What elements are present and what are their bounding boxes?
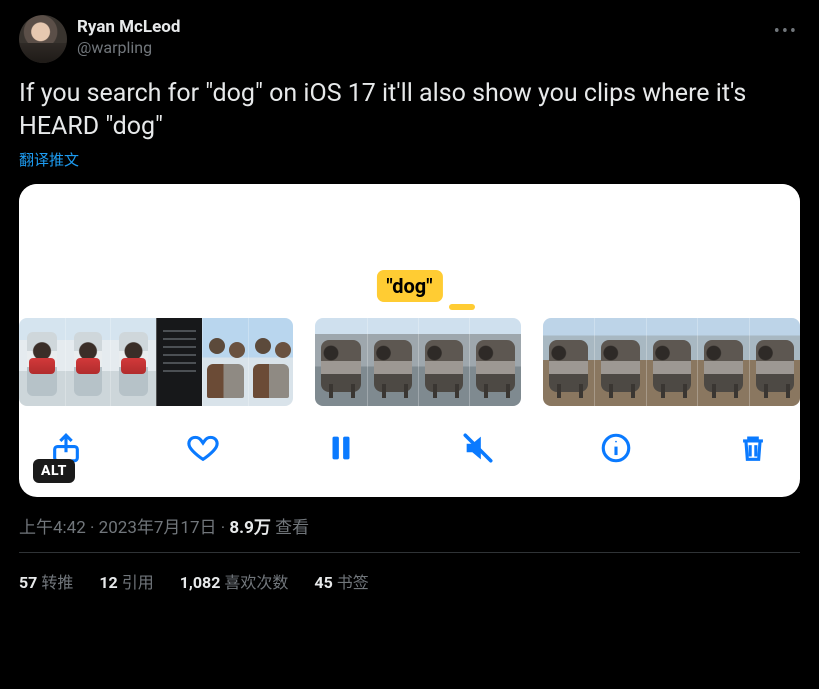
post-date[interactable]: 2023年7月17日: [99, 518, 217, 538]
video-frame: [110, 318, 156, 406]
likes-stat[interactable]: 1,082喜欢次数: [180, 569, 289, 593]
video-frame: [646, 318, 697, 406]
video-frame: [248, 318, 294, 406]
video-timeline[interactable]: [19, 314, 800, 409]
video-frame: [469, 318, 520, 406]
views-count: 8.9万: [229, 518, 270, 538]
pause-icon[interactable]: [324, 431, 358, 469]
tweet-header: Ryan McLeod @warpling •••: [19, 15, 800, 63]
video-frame: [697, 318, 748, 406]
bookmarks-stat[interactable]: 45书签: [314, 569, 368, 593]
more-icon[interactable]: •••: [768, 15, 804, 48]
video-frame: [19, 318, 65, 406]
mute-icon[interactable]: [461, 431, 495, 469]
avatar[interactable]: [19, 15, 67, 63]
meta-row: 上午4:42 · 2023年7月17日 · 8.9万 查看: [19, 513, 800, 553]
stats-row: 57转推 12引用 1,082喜欢次数 45书签: [19, 553, 800, 593]
trash-icon[interactable]: [736, 431, 770, 469]
video-frame: [156, 318, 202, 406]
quotes-stat[interactable]: 12引用: [99, 569, 153, 593]
translate-link[interactable]: 翻译推文: [19, 149, 79, 170]
handle: @warpling: [77, 38, 180, 58]
clip-group[interactable]: [315, 318, 521, 406]
video-frame: [749, 318, 800, 406]
video-frame: [202, 318, 248, 406]
media-toolbar: [19, 409, 800, 497]
heart-icon[interactable]: [186, 431, 220, 469]
retweets-stat[interactable]: 57转推: [19, 569, 73, 593]
search-tag: "dog": [376, 270, 442, 302]
video-frame: [543, 318, 594, 406]
search-tag-indicator: [449, 304, 475, 310]
clip-group[interactable]: [19, 318, 293, 406]
video-frame: [418, 318, 469, 406]
views-label: 查看: [271, 518, 309, 538]
display-name: Ryan McLeod: [77, 17, 180, 38]
clip-group[interactable]: [543, 318, 800, 406]
video-frame: [315, 318, 366, 406]
author-block[interactable]: Ryan McLeod @warpling: [77, 17, 180, 58]
tweet-body: If you search for "dog" on iOS 17 it'll …: [19, 77, 800, 143]
video-frame: [594, 318, 645, 406]
video-frame: [65, 318, 111, 406]
media-card[interactable]: "dog": [19, 184, 800, 497]
media-top: "dog": [19, 184, 800, 314]
tweet-container: Ryan McLeod @warpling ••• If you search …: [3, 3, 816, 593]
alt-badge[interactable]: ALT: [33, 459, 75, 483]
info-icon[interactable]: [599, 431, 633, 469]
post-time[interactable]: 上午4:42: [19, 518, 86, 538]
video-frame: [367, 318, 418, 406]
